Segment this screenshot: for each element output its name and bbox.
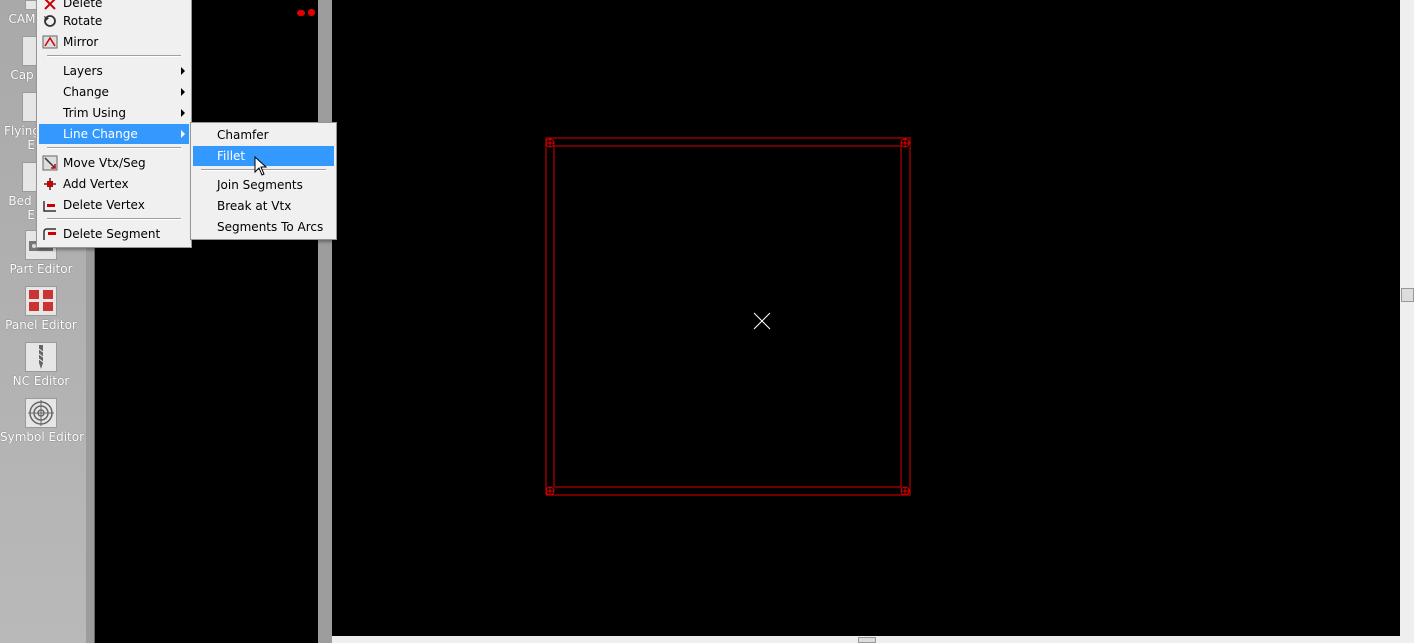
tool-label: Symbol Editor — [0, 430, 85, 444]
context-menu: Delete Rotate Mirror Layers Change Trim … — [36, 0, 192, 248]
menu-item-add-vertex[interactable]: Add Vertex — [39, 174, 189, 194]
submenu-arrow-icon — [181, 67, 185, 75]
mirror-icon — [42, 35, 58, 49]
vertical-scrollbar[interactable] — [1400, 0, 1414, 643]
panel-editor-icon — [25, 286, 57, 316]
menu-item-label: Delete Segment — [63, 227, 161, 241]
tool-panel-editor[interactable]: Panel Editor — [0, 286, 82, 332]
menu-item-label: Break at Vtx — [217, 199, 292, 213]
nc-editor-icon — [25, 342, 57, 372]
symbol-editor-icon — [25, 398, 57, 428]
menu-item-label: Mirror — [63, 35, 99, 49]
board-outline[interactable] — [332, 0, 1400, 636]
line-change-submenu: Chamfer Fillet Join Segments Break at Vt… — [190, 122, 337, 240]
menu-item-label: Add Vertex — [63, 177, 129, 191]
add-vertex-icon — [44, 178, 56, 190]
indicator-dot — [308, 9, 315, 16]
panel-splitter[interactable] — [318, 0, 332, 643]
submenu-item-break-at-vtx[interactable]: Break at Vtx — [193, 196, 334, 216]
menu-item-label: Layers — [63, 64, 103, 78]
menu-item-label: Line Change — [63, 127, 138, 141]
move-vertex-icon — [42, 155, 58, 171]
horizontal-scroll-thumb[interactable] — [858, 637, 876, 643]
mouse-cursor-icon — [254, 156, 268, 176]
menu-separator — [47, 55, 181, 57]
submenu-item-join-segments[interactable]: Join Segments — [193, 175, 334, 195]
menu-item-layers[interactable]: Layers — [39, 61, 189, 81]
menu-item-label: Delete — [63, 0, 103, 10]
menu-item-move-vtx-seg[interactable]: Move Vtx/Seg — [39, 153, 189, 173]
menu-item-label: Fillet — [217, 149, 246, 163]
tool-label: Bed — [8, 194, 32, 208]
vertical-scroll-thumb[interactable] — [1401, 288, 1414, 302]
menu-item-change[interactable]: Change — [39, 82, 189, 102]
menu-item-label: Join Segments — [217, 178, 303, 192]
menu-item-mirror[interactable]: Mirror — [39, 32, 189, 52]
menu-item-trim-using[interactable]: Trim Using — [39, 103, 189, 123]
panel-indicators — [294, 5, 315, 19]
menu-item-delete-vertex[interactable]: Delete Vertex — [39, 195, 189, 215]
submenu-arrow-icon — [181, 130, 185, 138]
menu-item-rotate[interactable]: Rotate — [39, 11, 189, 31]
tool-label: NC Editor — [12, 374, 70, 388]
menu-item-line-change[interactable]: Line Change — [39, 124, 189, 144]
menu-item-delete-segment[interactable]: Delete Segment — [39, 224, 189, 244]
delete-segment-icon — [43, 228, 56, 240]
origin-crosshair-icon — [753, 312, 771, 330]
delete-vertex-icon — [43, 201, 56, 212]
menu-item-label: Change — [63, 85, 109, 99]
tool-label: Part Editor — [9, 262, 73, 276]
menu-item-label: Rotate — [63, 14, 103, 28]
menu-item-label: Chamfer — [217, 128, 269, 142]
delete-icon — [44, 0, 56, 10]
drawing-canvas[interactable] — [332, 0, 1400, 636]
submenu-item-chamfer[interactable]: Chamfer — [193, 125, 334, 145]
menu-item-label: Segments To Arcs — [217, 220, 324, 234]
tool-nc-editor[interactable]: NC Editor — [0, 342, 82, 388]
tool-label: Panel Editor — [5, 318, 77, 332]
menu-item-label: Move Vtx/Seg — [63, 156, 146, 170]
submenu-item-segments-to-arcs[interactable]: Segments To Arcs — [193, 217, 334, 237]
tool-symbol-editor[interactable]: Symbol Editor — [0, 398, 85, 444]
submenu-arrow-icon — [181, 88, 185, 96]
menu-item-label: Delete Vertex — [63, 198, 145, 212]
vertex-markers — [545, 138, 910, 496]
menu-separator — [47, 218, 181, 220]
menu-separator — [47, 147, 181, 149]
submenu-arrow-icon — [181, 109, 185, 117]
indicator-dot — [297, 10, 305, 16]
rotate-icon — [44, 15, 56, 27]
menu-item-label: Trim Using — [63, 106, 126, 120]
